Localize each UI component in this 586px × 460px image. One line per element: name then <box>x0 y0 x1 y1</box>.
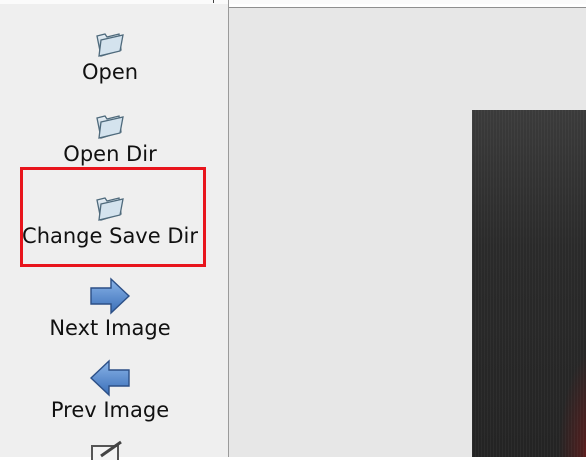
verify-image-button[interactable] <box>0 440 220 460</box>
change-save-dir-label: Change Save Dir <box>22 224 198 248</box>
open-label: Open <box>81 60 139 84</box>
open-dir-label: Open Dir <box>63 142 157 166</box>
open-button[interactable]: Open <box>0 28 220 84</box>
prev-image-label: Prev Image <box>50 398 170 422</box>
folder-open-icon <box>96 115 124 139</box>
folder-open-icon <box>96 197 124 221</box>
open-dir-button[interactable]: Open Dir <box>0 110 220 166</box>
image-texture <box>472 110 586 457</box>
next-image-button[interactable]: Next Image <box>0 276 220 340</box>
arrow-right-icon <box>90 277 131 315</box>
change-save-dir-button[interactable]: Change Save Dir <box>0 192 220 248</box>
check-edit-icon <box>91 440 122 460</box>
prev-image-button[interactable]: Prev Image <box>0 358 220 422</box>
next-image-label: Next Image <box>49 316 171 340</box>
arrow-left-icon <box>89 359 130 397</box>
folder-open-icon <box>96 33 124 57</box>
top-edge-mark <box>213 0 214 3</box>
